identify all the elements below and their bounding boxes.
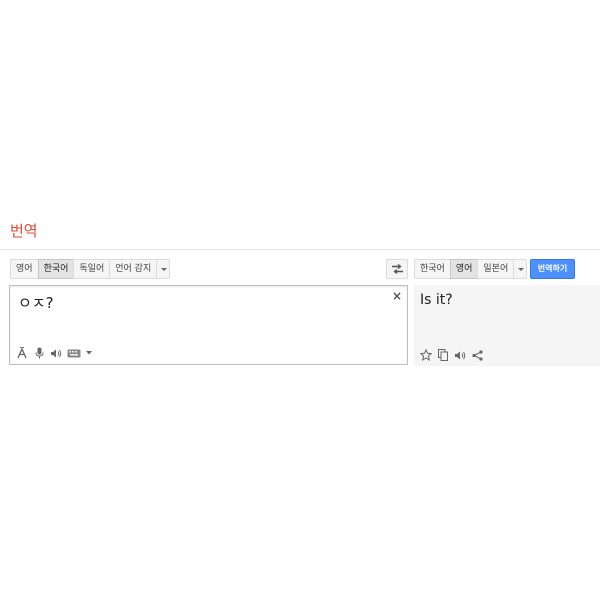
swap-languages-button[interactable] [386,259,408,279]
chevron-down-icon[interactable] [86,347,92,359]
target-lang-korean[interactable]: 한국어 [414,259,451,279]
source-text[interactable]: ㅇㅈ? [18,293,54,313]
source-lang-english[interactable]: 영어 [10,259,39,279]
copy-icon[interactable] [437,349,449,361]
star-icon[interactable] [420,349,432,361]
speaker-icon[interactable] [50,347,62,359]
target-language-bar: 한국어 영어 일본어 [414,259,528,279]
page-title: 번역 [10,222,38,240]
target-lang-english[interactable]: 영어 [449,259,479,279]
target-lang-dropdown[interactable] [513,259,528,279]
swap-icon [392,263,403,275]
share-icon[interactable] [471,349,483,361]
source-toolbar [16,347,97,359]
microphone-icon[interactable] [33,347,45,359]
source-lang-korean[interactable]: 한국어 [37,259,75,279]
result-text: Is it? [420,292,453,308]
divider [0,249,600,250]
source-lang-detect[interactable]: 언어 감지 [109,259,158,279]
result-toolbar [420,349,488,361]
result-panel: Is it? [414,285,600,366]
speaker-icon[interactable] [454,349,466,361]
target-lang-japanese[interactable]: 일본어 [477,259,515,279]
clear-icon[interactable]: × [392,290,402,302]
translate-button[interactable]: 번역하기 [530,259,575,279]
source-lang-dropdown[interactable] [156,259,171,279]
font-accent-icon[interactable] [16,347,28,359]
source-lang-german[interactable]: 독일어 [73,259,111,279]
keyboard-icon[interactable] [67,347,81,359]
source-textarea[interactable]: ㅇㅈ? × [9,285,408,365]
source-language-bar: 영어 한국어 독일어 언어 감지 [10,259,171,279]
